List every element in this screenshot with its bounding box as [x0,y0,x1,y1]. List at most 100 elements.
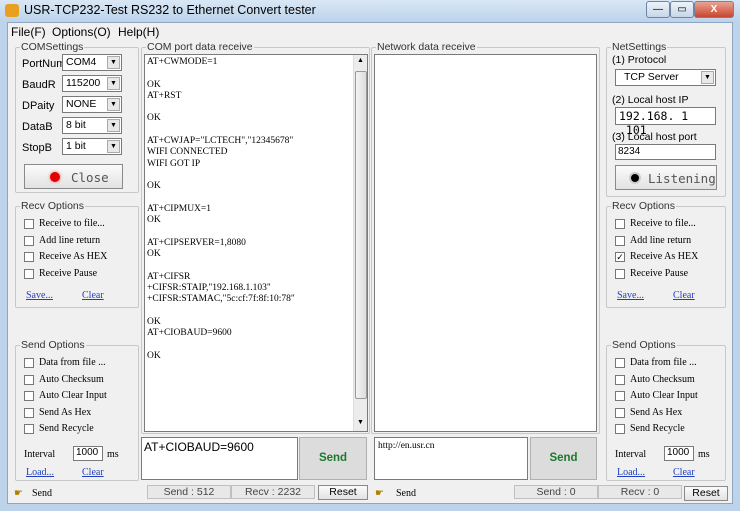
net-send-button[interactable]: Send [530,437,597,480]
save-link[interactable]: Save... [617,290,644,301]
dpaity-select[interactable]: NONE ▼ [62,96,122,113]
net-status-label: Send [396,488,416,499]
option-label: Send Recycle [630,423,685,434]
field-label: DataB [22,121,53,133]
close-port-button[interactable]: Close [24,164,123,189]
protocol-label: (1) Protocol [612,54,667,66]
recv-options-legend: Recv Options [20,200,86,212]
option-label: Receive As HEX [630,251,699,262]
com-recv-count: Recv : 2232 [231,485,315,499]
port-label: (3) Local host port [612,131,697,143]
checkbox[interactable] [24,374,34,385]
checkbox[interactable] [615,374,625,385]
ip-label: (2) Local host IP [612,94,689,106]
option-label: Add line return [39,234,101,246]
send-hand-icon: ☛ [375,488,384,499]
chevron-down-icon: ▼ [701,71,714,84]
listening-button[interactable]: Listening [615,165,717,190]
checkbox[interactable] [615,391,625,401]
main-window: File(F) Options(O) Help(H) COMSettings P… [7,22,733,504]
scroll-down-icon[interactable]: ▼ [357,419,364,426]
checkbox[interactable] [24,407,34,418]
option-label: Auto Checksum [630,373,695,385]
checkbox[interactable] [615,235,625,246]
app-icon [5,4,19,17]
send-options-legend: Send Options [611,339,677,351]
checkbox[interactable] [24,391,34,401]
option-label: Receive to file... [39,218,105,229]
option-label: Auto Checksum [39,373,104,385]
minimize-button[interactable]: — [646,1,670,18]
menu-file[interactable]: File(F) [11,25,46,39]
option-label: Send As Hex [630,406,683,418]
scroll-up-icon[interactable]: ▲ [357,57,364,64]
checkbox[interactable] [24,424,34,434]
checkbox[interactable]: ✓ [615,252,625,262]
checkbox[interactable] [615,424,625,434]
option-label: Receive Pause [39,267,98,279]
listening-label: Listening [648,171,716,186]
load-link[interactable]: Load... [617,467,645,478]
stopb-select[interactable]: 1 bit ▼ [62,138,122,155]
scrollbar-thumb[interactable] [355,71,367,399]
interval-input[interactable]: 1000 [73,446,103,461]
checkbox[interactable] [24,268,34,279]
chevron-down-icon: ▼ [107,119,120,132]
local-port-input[interactable]: 8234 [615,144,716,160]
menu-bar: File(F) Options(O) Help(H) [8,23,732,39]
checkbox[interactable] [615,219,625,229]
send-hand-icon: ☛ [14,488,23,499]
option-label: Auto Clear Input [630,390,698,401]
com-reset-button[interactable]: Reset [318,485,368,500]
checkbox[interactable] [615,268,625,279]
datab-select[interactable]: 8 bit ▼ [62,117,122,134]
status-indicator-icon [629,172,641,184]
net-send-input[interactable]: http://en.usr.cn [374,437,528,480]
interval-input[interactable]: 1000 [664,446,694,461]
net-settings-group: NetSettings (1) Protocol TCP Server ▼ (2)… [606,41,726,197]
close-window-button[interactable]: X [694,1,734,18]
menu-help[interactable]: Help(H) [118,25,159,39]
load-link[interactable]: Load... [26,467,54,478]
clear-link[interactable]: Clear [82,290,104,301]
status-indicator-icon [50,172,60,182]
option-label: Add line return [630,234,692,246]
portnum-select[interactable]: COM4 ▼ [62,54,122,71]
checkbox[interactable] [24,252,34,262]
checkbox[interactable] [24,358,34,368]
checkbox[interactable] [24,219,34,229]
maximize-button[interactable]: ▭ [670,1,694,18]
field-label: PortNum [22,58,66,70]
option-label: Data from file ... [630,357,697,368]
net-recv-count: Recv : 0 [598,485,682,499]
title-bar: USR-TCP232-Test RS232 to Ethernet Conver… [0,0,740,22]
option-label: Data from file ... [39,357,106,368]
checkbox[interactable] [615,407,625,418]
option-label: Receive to file... [630,218,696,229]
com-receive-textarea[interactable]: AT+CWMODE=1 OK AT+RST OK AT+CWJAP="LCTEC… [144,54,368,432]
checkbox[interactable] [24,235,34,246]
clear-link[interactable]: Clear [673,290,695,301]
menu-options[interactable]: Options(O) [52,25,111,39]
com-send-count: Send : 512 [147,485,231,499]
clear-link[interactable]: Clear [82,467,104,478]
window-title: USR-TCP232-Test RS232 to Ethernet Conver… [24,3,316,17]
protocol-select[interactable]: TCP Server ▼ [615,69,716,86]
chevron-down-icon: ▼ [107,77,120,90]
net-send-count: Send : 0 [514,485,598,499]
local-ip-input[interactable]: 192.168. 1 .101 [615,107,716,137]
com-send-button[interactable]: Send [299,437,367,480]
checkbox[interactable] [615,358,625,368]
option-label: Auto Clear Input [39,390,107,401]
com-receive-scrollbar[interactable]: ▲ ▼ [353,55,367,431]
net-receive-textarea[interactable] [374,54,597,432]
save-link[interactable]: Save... [26,290,53,301]
option-label: Send As Hex [39,406,92,418]
close-label: Close [71,170,109,185]
com-send-input[interactable]: AT+CIOBAUD=9600 [141,437,298,480]
net-reset-button[interactable]: Reset [684,486,728,501]
baudr-select[interactable]: 115200 ▼ [62,75,122,92]
recv-options-legend: Recv Options [611,200,677,212]
clear-link[interactable]: Clear [673,467,695,478]
interval-label: Interval [615,449,647,460]
